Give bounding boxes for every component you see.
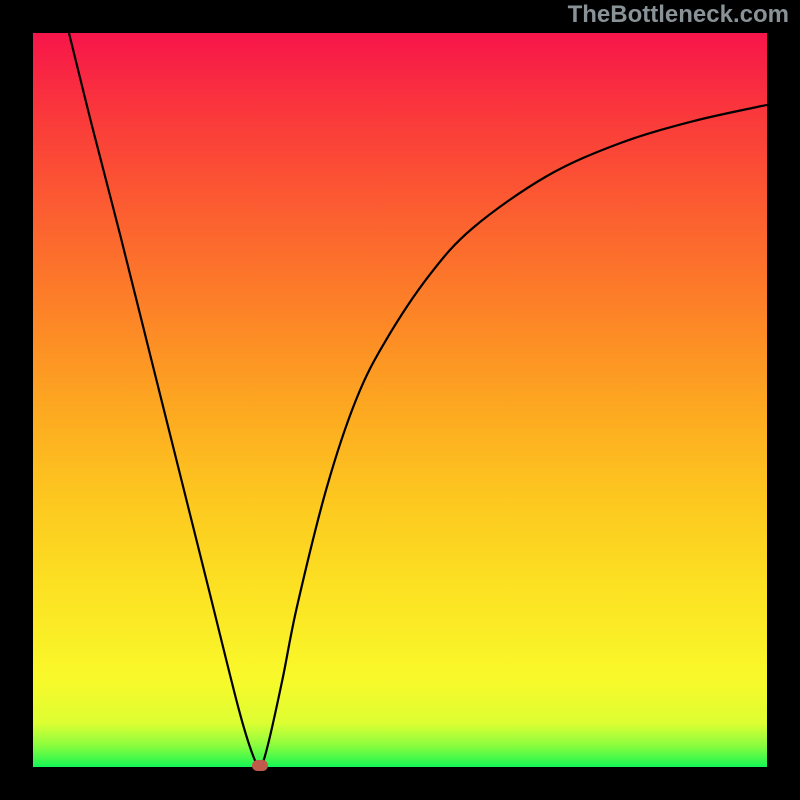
chart-frame: TheBottleneck.com	[0, 0, 800, 800]
bottleneck-curve	[33, 33, 767, 767]
minimum-marker	[252, 760, 268, 771]
plot-area	[33, 33, 767, 767]
curve-path	[69, 33, 767, 766]
watermark-label: TheBottleneck.com	[568, 1, 789, 29]
